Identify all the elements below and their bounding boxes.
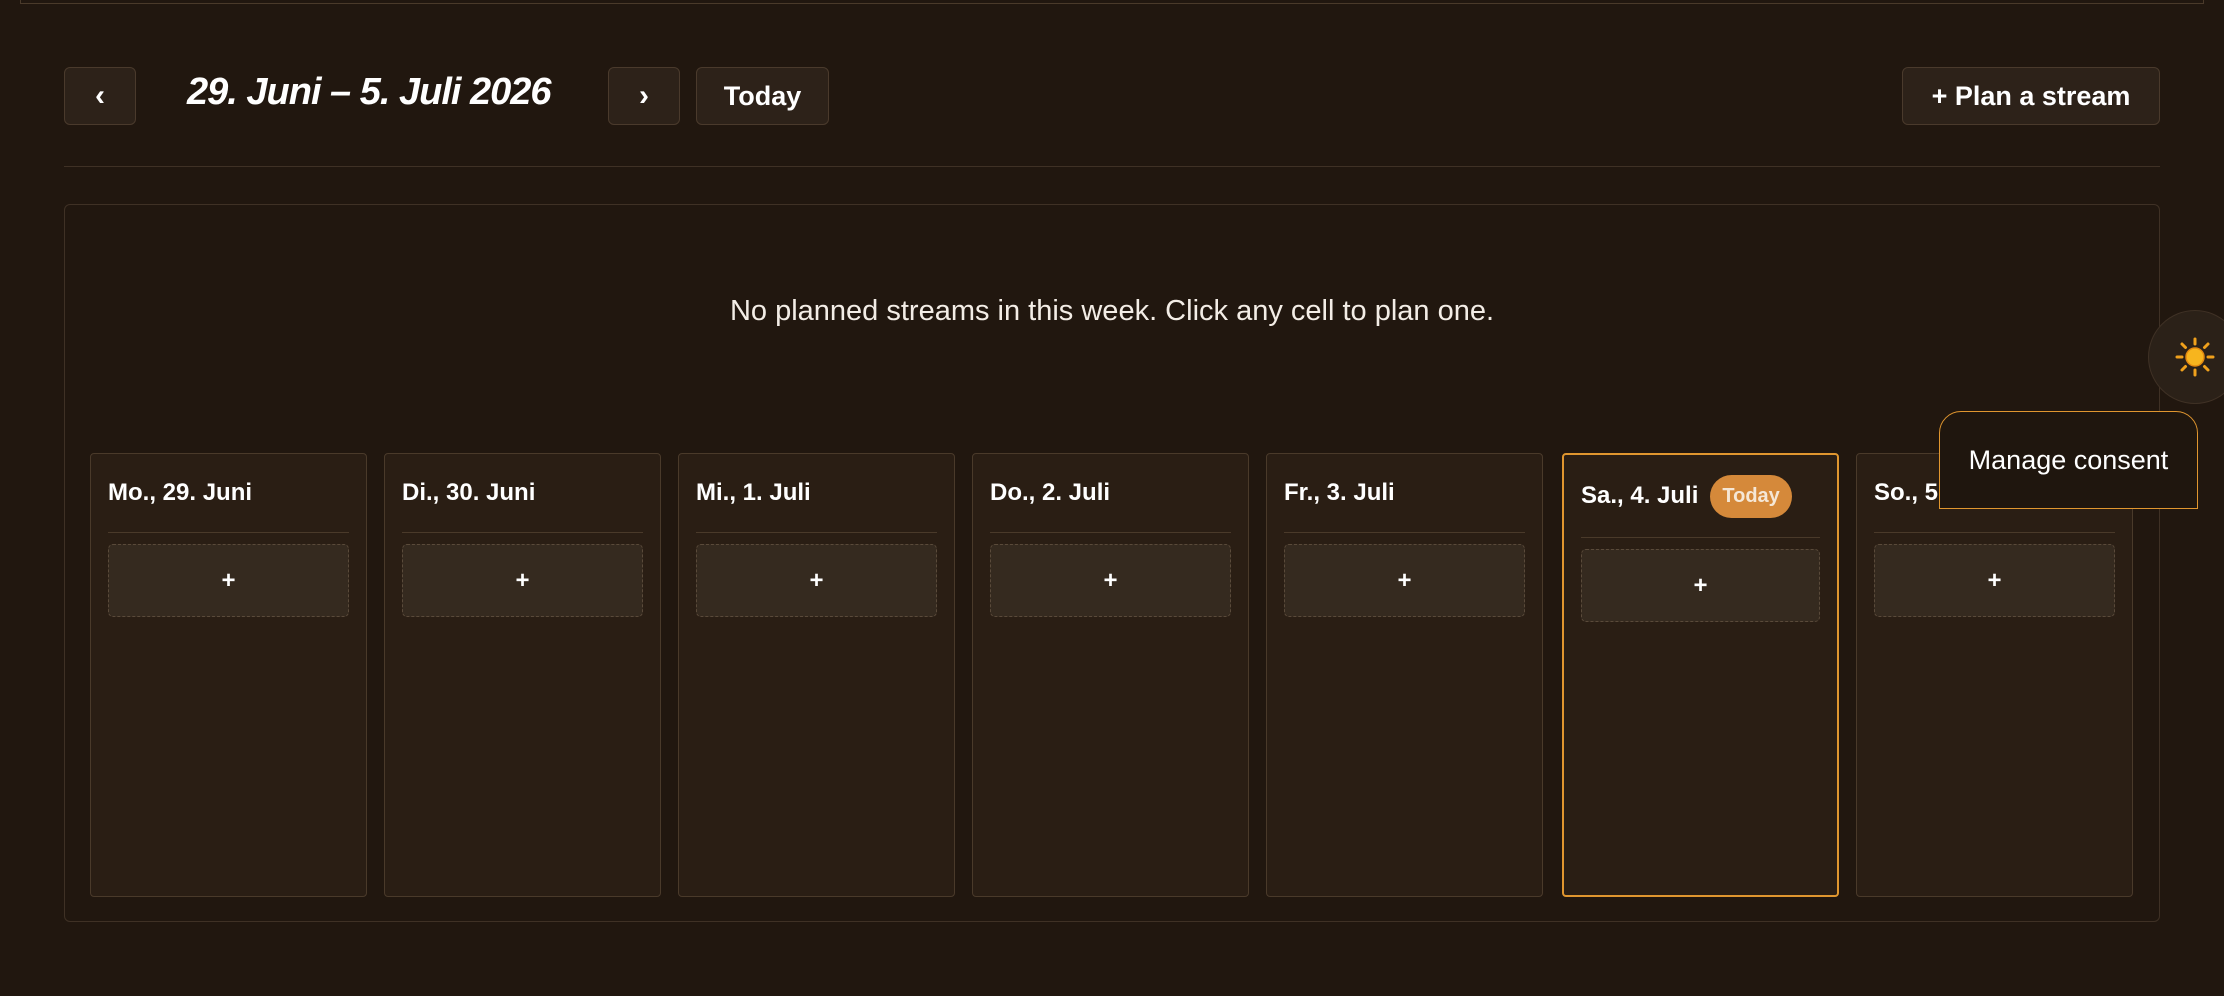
day-column-wed: Mi., 1. Juli + bbox=[678, 453, 955, 897]
toolbar-divider bbox=[64, 166, 2160, 167]
week-panel: No planned streams in this week. Click a… bbox=[64, 204, 2160, 922]
day-column-thu: Do., 2. Juli + bbox=[972, 453, 1249, 897]
day-header: Di., 30. Juni bbox=[402, 454, 643, 533]
day-label: Di., 30. Juni bbox=[402, 479, 536, 506]
add-stream-cell[interactable]: + bbox=[696, 544, 937, 617]
day-header: Do., 2. Juli bbox=[990, 454, 1231, 533]
add-stream-cell[interactable]: + bbox=[1581, 549, 1820, 622]
add-stream-cell[interactable]: + bbox=[990, 544, 1231, 617]
add-stream-cell[interactable]: + bbox=[402, 544, 643, 617]
day-header: Mo., 29. Juni bbox=[108, 454, 349, 533]
today-button[interactable]: Today bbox=[696, 67, 829, 125]
sun-icon bbox=[2175, 337, 2215, 377]
day-column-sat-today: Sa., 4. Juli Today + bbox=[1562, 453, 1839, 897]
plan-stream-button[interactable]: + Plan a stream bbox=[1902, 67, 2160, 125]
empty-week-message: No planned streams in this week. Click a… bbox=[729, 295, 1495, 327]
top-bar-edge bbox=[20, 0, 2204, 4]
day-column-tue: Di., 30. Juni + bbox=[384, 453, 661, 897]
today-badge: Today bbox=[1710, 474, 1792, 518]
next-week-button[interactable]: › bbox=[608, 67, 680, 125]
day-label: Do., 2. Juli bbox=[990, 479, 1111, 506]
manage-consent-button[interactable]: Manage consent bbox=[1939, 411, 2198, 509]
day-label: Mo., 29. Juni bbox=[108, 479, 253, 506]
day-header: Fr., 3. Juli bbox=[1284, 454, 1525, 533]
previous-week-button[interactable]: ‹ bbox=[64, 67, 136, 125]
day-label: Sa., 4. Juli bbox=[1581, 482, 1699, 509]
week-title: 29. Juni – 5. Juli 2026 bbox=[187, 71, 552, 113]
add-stream-cell[interactable]: + bbox=[1874, 544, 2115, 617]
add-stream-cell[interactable]: + bbox=[1284, 544, 1525, 617]
day-header: Mi., 1. Juli bbox=[696, 454, 937, 533]
day-header: Sa., 4. Juli Today bbox=[1581, 455, 1820, 538]
week-toolbar: ‹ 29. Juni – 5. Juli 2026 › Today + Plan… bbox=[64, 67, 2160, 127]
add-stream-cell[interactable]: + bbox=[108, 544, 349, 617]
day-column-mon: Mo., 29. Juni + bbox=[90, 453, 367, 897]
day-label: Mi., 1. Juli bbox=[696, 479, 811, 506]
day-column-fri: Fr., 3. Juli + bbox=[1266, 453, 1543, 897]
day-label: Fr., 3. Juli bbox=[1284, 479, 1395, 506]
day-column-sun: So., 5. Juli + bbox=[1856, 453, 2133, 897]
